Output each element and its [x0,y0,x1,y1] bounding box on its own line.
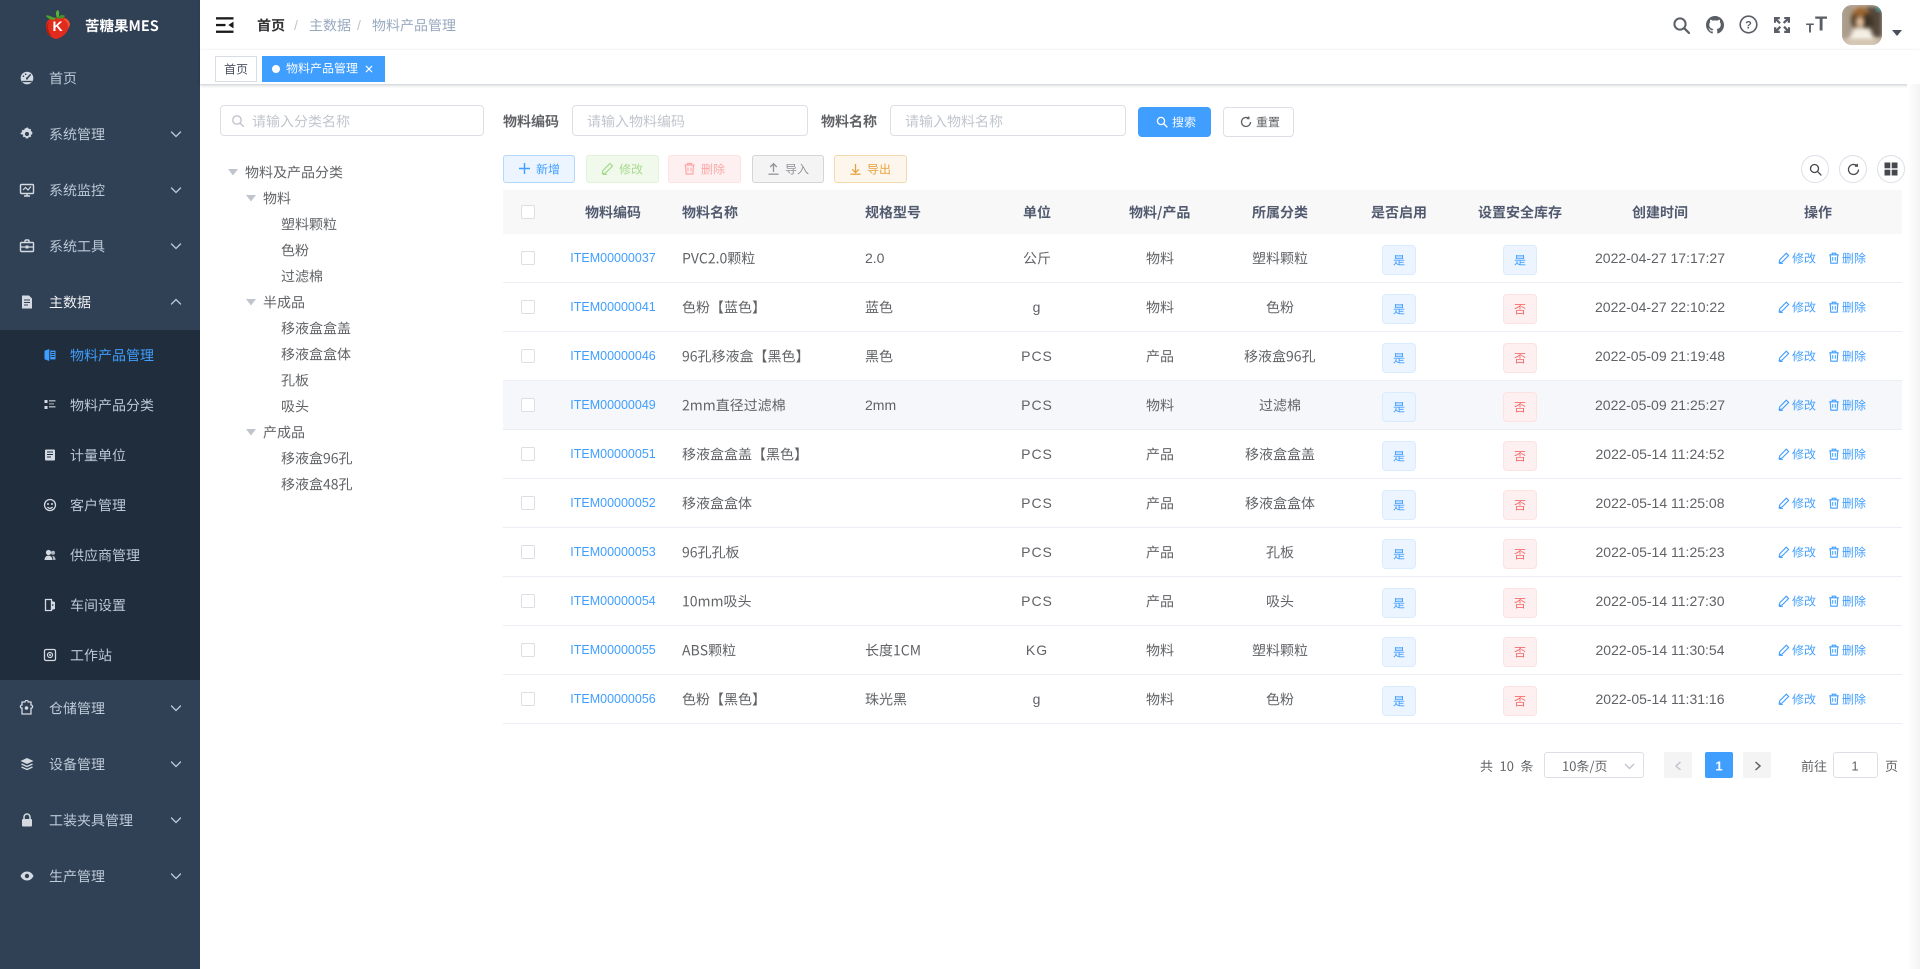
svg-text:K: K [52,18,62,34]
svg-text:?: ? [1745,19,1752,31]
